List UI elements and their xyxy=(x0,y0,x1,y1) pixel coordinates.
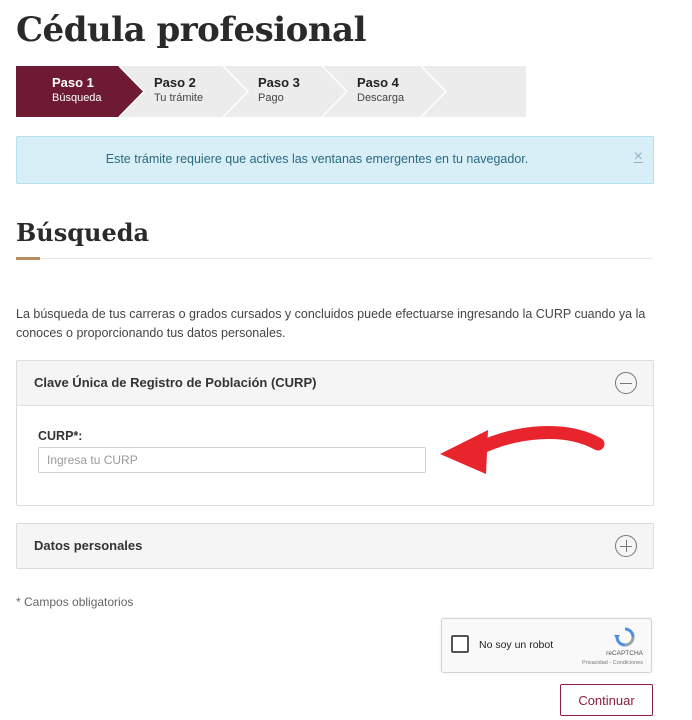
plus-circle-icon[interactable] xyxy=(615,535,637,557)
recaptcha-widget: No soy un robot reCAPTCHA Privacidad - C… xyxy=(441,618,652,673)
step-3-subtitle: Pago xyxy=(258,92,284,104)
recaptcha-label: No soy un robot xyxy=(479,639,554,651)
recaptcha-terms-link[interactable]: Privacidad - Condiciones xyxy=(582,660,643,666)
minus-circle-icon[interactable] xyxy=(615,372,637,394)
popup-alert: Este trámite requiere que actives las ve… xyxy=(16,136,654,184)
datos-personales-panel: Datos personales xyxy=(16,523,654,569)
curp-input[interactable] xyxy=(38,447,426,473)
step-2-subtitle: Tu trámite xyxy=(154,92,204,104)
step-4-subtitle: Descarga xyxy=(357,92,405,104)
curp-panel-title: Clave Única de Registro de Población (CU… xyxy=(34,375,317,390)
red-arrow-annotation xyxy=(440,426,605,474)
step-1[interactable]: Paso 1 Búsqueda xyxy=(16,66,136,117)
curp-panel-header[interactable]: Clave Única de Registro de Población (CU… xyxy=(17,361,653,406)
section-divider xyxy=(16,258,652,259)
datos-panel-title: Datos personales xyxy=(34,538,143,553)
step-1-subtitle: Búsqueda xyxy=(52,92,102,104)
alert-message: Este trámite requiere que actives las ve… xyxy=(105,152,529,166)
step-4[interactable]: Paso 4 Descarga xyxy=(347,66,427,117)
search-description: La búsqueda de tus carreras o grados cur… xyxy=(16,307,646,340)
step-2-title: Paso 2 xyxy=(154,75,196,90)
curp-label: CURP*: xyxy=(38,429,83,443)
required-fields-note: * Campos obligatorios xyxy=(16,595,134,609)
section-title: Búsqueda xyxy=(16,218,150,247)
section-divider-accent xyxy=(16,257,40,260)
recaptcha-logo-icon xyxy=(614,627,635,647)
recaptcha-brand: reCAPTCHA xyxy=(606,650,643,657)
close-icon[interactable]: × xyxy=(634,149,643,165)
recaptcha-checkbox[interactable] xyxy=(451,635,469,653)
datos-panel-header[interactable]: Datos personales xyxy=(17,524,653,568)
step-4-title: Paso 4 xyxy=(357,75,399,90)
stepper: Paso 1 Búsqueda Paso 2 Tu trámite Paso 3… xyxy=(16,66,526,117)
step-1-title: Paso 1 xyxy=(52,75,94,90)
step-3-title: Paso 3 xyxy=(258,75,300,90)
step-3[interactable]: Paso 3 Pago xyxy=(248,66,328,117)
page-title: Cédula profesional xyxy=(16,10,367,50)
step-2[interactable]: Paso 2 Tu trámite xyxy=(144,66,234,117)
continue-button[interactable]: Continuar xyxy=(560,684,653,716)
